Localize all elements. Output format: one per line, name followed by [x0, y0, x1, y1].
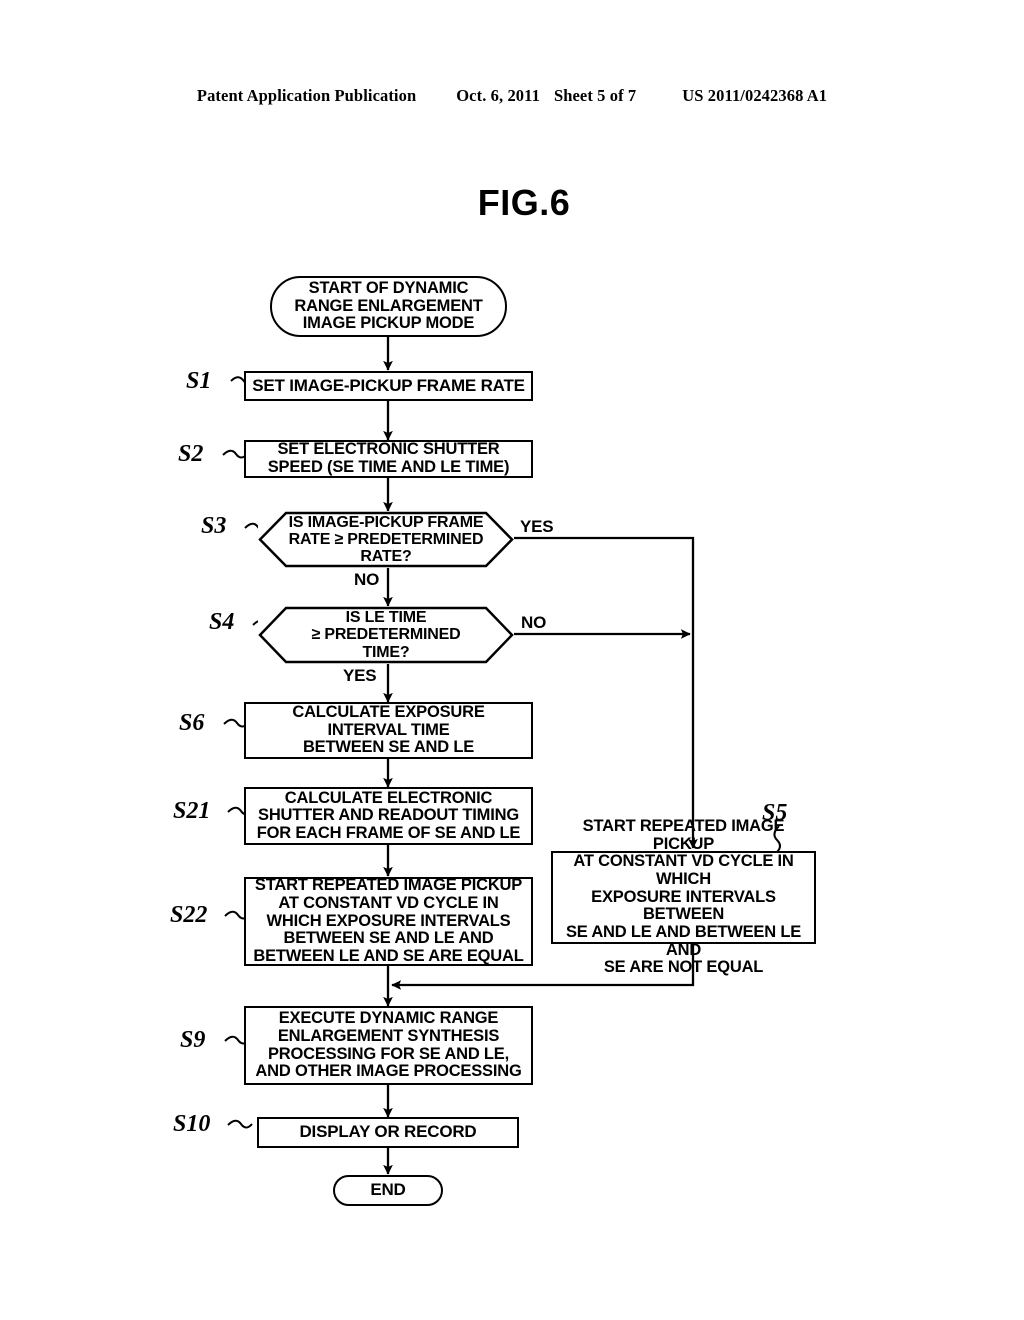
start-line-3: IMAGE PICKUP MODE: [302, 314, 475, 333]
start-line-2: RANGE ENLARGEMENT: [294, 296, 483, 315]
step-label-s10: S10: [173, 1111, 211, 1137]
s5-line-5: SE ARE NOT EQUAL: [603, 958, 764, 977]
flow-node-s1[interactable]: SET IMAGE-PICKUP FRAME RATE: [244, 371, 533, 401]
s22-line-5: BETWEEN LE AND SE ARE EQUAL: [253, 946, 524, 965]
s22-line-2: AT CONSTANT VD CYCLE IN: [278, 894, 499, 913]
s5-line-2: AT CONSTANT VD CYCLE IN WHICH: [573, 852, 794, 889]
s4-line-2: ≥ PREDETERMINED: [311, 626, 461, 644]
s9-line-1: EXECUTE DYNAMIC RANGE: [278, 1009, 499, 1028]
flow-node-s2[interactable]: SET ELECTRONIC SHUTTER SPEED (SE TIME AN…: [244, 440, 533, 478]
branch-label-s4-no: NO: [521, 613, 547, 632]
s22-line-1: START REPEATED IMAGE PICKUP: [254, 876, 523, 895]
s22-line-3: WHICH EXPOSURE INTERVALS: [266, 911, 511, 930]
flow-node-s21[interactable]: CALCULATE ELECTRONIC SHUTTER AND READOUT…: [244, 787, 533, 845]
flow-node-s6[interactable]: CALCULATE EXPOSURE INTERVAL TIME BETWEEN…: [244, 702, 533, 759]
step-label-s4: S4: [209, 609, 235, 635]
leader-s10: [227, 1119, 253, 1129]
step-label-s2: S2: [178, 441, 204, 467]
s1-line-1: SET IMAGE-PICKUP FRAME RATE: [252, 375, 525, 395]
s4-line-1: IS LE TIME: [345, 609, 427, 627]
s9-line-4: AND OTHER IMAGE PROCESSING: [255, 1062, 522, 1081]
step-label-s9: S9: [180, 1027, 206, 1053]
s21-line-3: FOR EACH FRAME OF SE AND LE: [256, 823, 521, 842]
branch-label-s4-yes: YES: [343, 666, 377, 685]
flow-node-s3[interactable]: IS IMAGE-PICKUP FRAME RATE ≥ PREDETERMIN…: [258, 511, 514, 568]
flow-node-end[interactable]: END: [333, 1175, 443, 1206]
s9-line-2: ENLARGEMENT SYNTHESIS: [277, 1026, 500, 1045]
flow-node-s22[interactable]: START REPEATED IMAGE PICKUP AT CONSTANT …: [244, 877, 533, 966]
s2-line-1: SET ELECTRONIC SHUTTER: [277, 440, 500, 459]
end-line-1: END: [370, 1180, 406, 1200]
s3-line-1: IS IMAGE-PICKUP FRAME: [288, 513, 484, 531]
s5-line-4: SE AND LE AND BETWEEN LE AND: [565, 922, 802, 959]
step-label-s1: S1: [186, 368, 212, 394]
s4-line-3: TIME?: [362, 643, 410, 661]
s2-line-2: SPEED (SE TIME AND LE TIME): [267, 458, 510, 476]
branch-label-s3-yes: YES: [520, 517, 554, 536]
s22-line-4: BETWEEN SE AND LE AND: [283, 929, 494, 948]
flow-node-start[interactable]: START OF DYNAMIC RANGE ENLARGEMENT IMAGE…: [270, 276, 507, 337]
branch-label-s3-no: NO: [354, 570, 380, 589]
start-line-1: START OF DYNAMIC: [308, 279, 469, 298]
s6-line-2: INTERVAL TIME: [327, 720, 450, 739]
wire-s3-yes-to-s5: [513, 536, 698, 849]
flow-node-s9[interactable]: EXECUTE DYNAMIC RANGE ENLARGEMENT SYNTHE…: [244, 1006, 533, 1085]
flowchart: START OF DYNAMIC RANGE ENLARGEMENT IMAGE…: [0, 0, 1024, 1320]
s6-line-3: BETWEEN SE AND LE: [302, 738, 475, 757]
s5-line-1: START REPEATED IMAGE PICKUP: [582, 817, 785, 853]
flow-node-s5[interactable]: START REPEATED IMAGE PICKUP AT CONSTANT …: [551, 817, 816, 976]
s21-line-2: SHUTTER AND READOUT TIMING: [258, 806, 519, 825]
s5-line-3: EXPOSURE INTERVALS BETWEEN: [591, 887, 776, 924]
step-label-s6: S6: [179, 710, 205, 736]
s10-line-1: DISPLAY OR RECORD: [299, 1122, 477, 1142]
s3-line-2: RATE ≥ PREDETERMINED: [288, 530, 484, 548]
step-label-s22: S22: [170, 902, 208, 928]
s9-line-3: PROCESSING FOR SE AND LE,: [267, 1044, 509, 1063]
s6-line-1: CALCULATE EXPOSURE: [292, 703, 485, 722]
flow-node-s10[interactable]: DISPLAY OR RECORD: [257, 1117, 519, 1148]
step-label-s21: S21: [173, 798, 211, 824]
s3-line-3: RATE?: [360, 548, 412, 566]
s21-line-1: CALCULATE ELECTRONIC: [284, 788, 493, 807]
flow-node-s4[interactable]: IS LE TIME ≥ PREDETERMINED TIME?: [258, 606, 514, 664]
step-label-s3: S3: [201, 513, 227, 539]
